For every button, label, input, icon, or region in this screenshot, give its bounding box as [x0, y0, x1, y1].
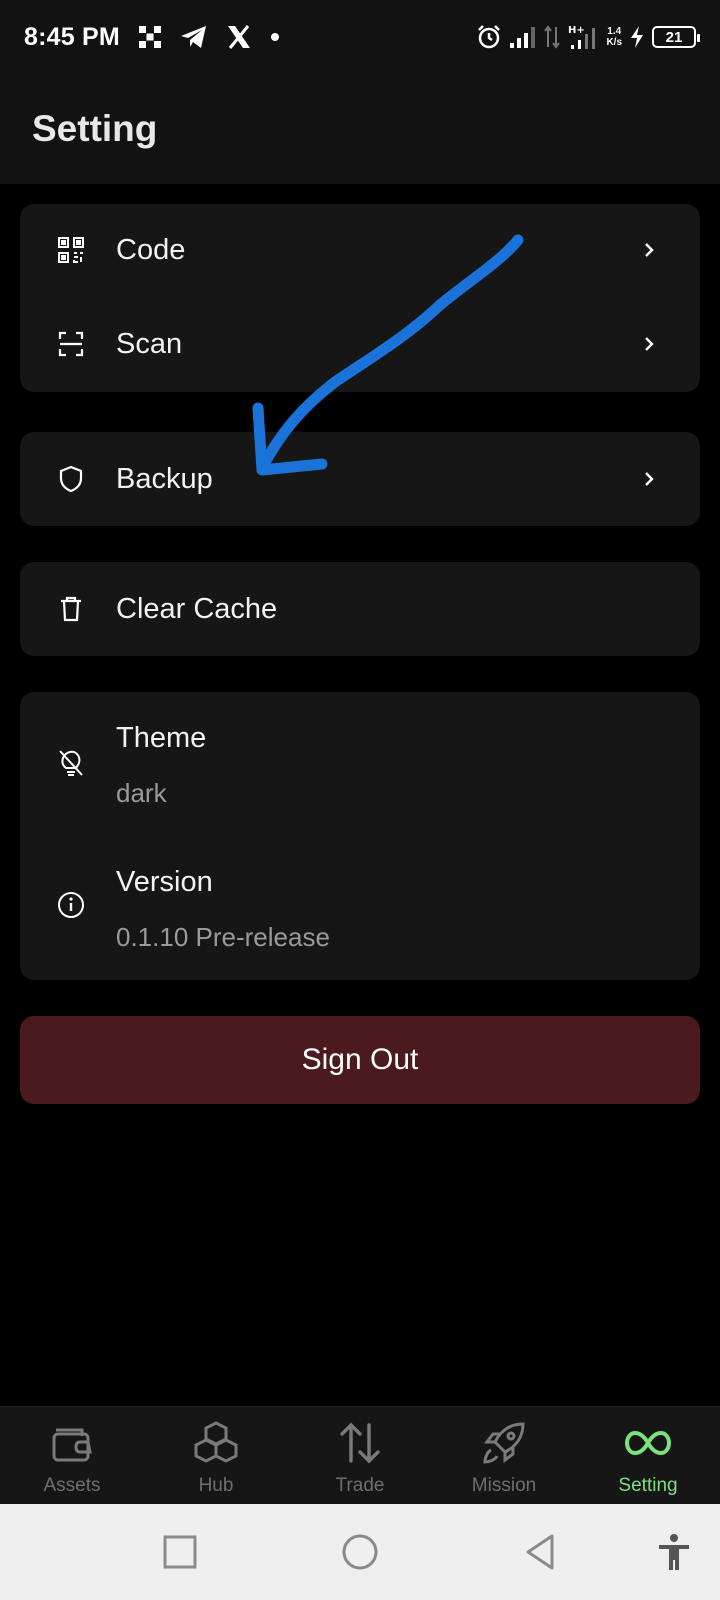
network-speed: 1.4 K/s [606, 26, 622, 48]
network-speed-unit: K/s [606, 37, 622, 48]
network-speed-value: 1.4 [607, 26, 622, 37]
status-bar: 8:45 PM H+ 1.4 K/s 21 [0, 0, 720, 74]
scan-label: Scan [116, 327, 183, 360]
version-value: 0.1.10 Pre-release [116, 922, 330, 952]
nav-trade-label: Trade [335, 1475, 385, 1496]
chevron-right-icon [645, 472, 654, 486]
shield-icon [56, 464, 86, 494]
charging-icon [630, 26, 644, 48]
version-label: Version [116, 866, 213, 898]
system-navigation-bar [0, 1504, 720, 1600]
sign-out-button[interactable]: Sign Out [20, 1016, 700, 1104]
alarm-icon [476, 24, 502, 50]
app-header: Setting [0, 74, 720, 184]
chevron-right-icon [645, 243, 654, 257]
scan-row[interactable]: Scan [20, 298, 700, 390]
chevron-right-icon [645, 337, 654, 351]
version-row: Version 0.1.10 Pre-release [20, 836, 700, 980]
nav-trade[interactable]: Trade [288, 1407, 432, 1504]
arrows-up-down-icon [336, 1419, 384, 1467]
signal-icon [510, 26, 536, 48]
x-icon [226, 25, 252, 49]
wallet-icon [48, 1419, 96, 1467]
theme-value: dark [116, 778, 167, 808]
clear-cache-label: Clear Cache [116, 592, 278, 625]
info-card: Theme dark Version 0.1.10 Pre-release [20, 692, 700, 980]
nav-mission[interactable]: Mission [432, 1407, 576, 1504]
clear-cache-card: Clear Cache [20, 562, 700, 656]
nav-hub[interactable]: Hub [144, 1407, 288, 1504]
telegram-icon [180, 25, 208, 49]
nav-assets-label: Assets [43, 1475, 101, 1496]
bottom-nav: Assets Hub Trade Mission Setting [0, 1406, 720, 1504]
page-title: Setting [32, 108, 158, 149]
code-row[interactable]: Code [20, 204, 700, 296]
recent-apps-icon[interactable] [160, 1532, 200, 1572]
theme-label: Theme [116, 722, 207, 754]
backup-label: Backup [116, 462, 213, 495]
scan-icon [56, 329, 86, 359]
backup-card: Backup [20, 432, 700, 526]
backup-row[interactable]: Backup [20, 433, 700, 525]
theme-row[interactable]: Theme dark [20, 692, 700, 836]
lightbulb-off-icon [56, 748, 86, 778]
signal-icon: H+ [568, 24, 598, 50]
clear-cache-row[interactable]: Clear Cache [20, 563, 700, 655]
accessibility-icon[interactable] [654, 1532, 694, 1572]
cubes-icon [192, 1419, 240, 1467]
network-type: H+ [568, 25, 585, 36]
rocket-icon [480, 1419, 528, 1467]
trash-icon [56, 594, 86, 624]
back-icon[interactable] [520, 1532, 560, 1572]
infinity-icon [624, 1419, 672, 1467]
dot-icon [270, 32, 280, 42]
qr-code-icon [56, 235, 86, 265]
data-transfer-icon [544, 25, 561, 49]
status-time: 8:45 PM [24, 22, 120, 51]
nav-assets[interactable]: Assets [0, 1407, 144, 1504]
code-label: Code [116, 233, 186, 266]
nav-hub-label: Hub [198, 1475, 234, 1496]
code-scan-card: Code Scan [20, 204, 700, 392]
battery-indicator: 21 [652, 26, 700, 48]
info-icon [56, 890, 86, 920]
nav-mission-label: Mission [471, 1475, 537, 1496]
nav-setting-label: Setting [618, 1475, 678, 1496]
home-icon[interactable] [340, 1532, 380, 1572]
okx-icon [138, 25, 162, 49]
nav-setting[interactable]: Setting [576, 1407, 720, 1504]
